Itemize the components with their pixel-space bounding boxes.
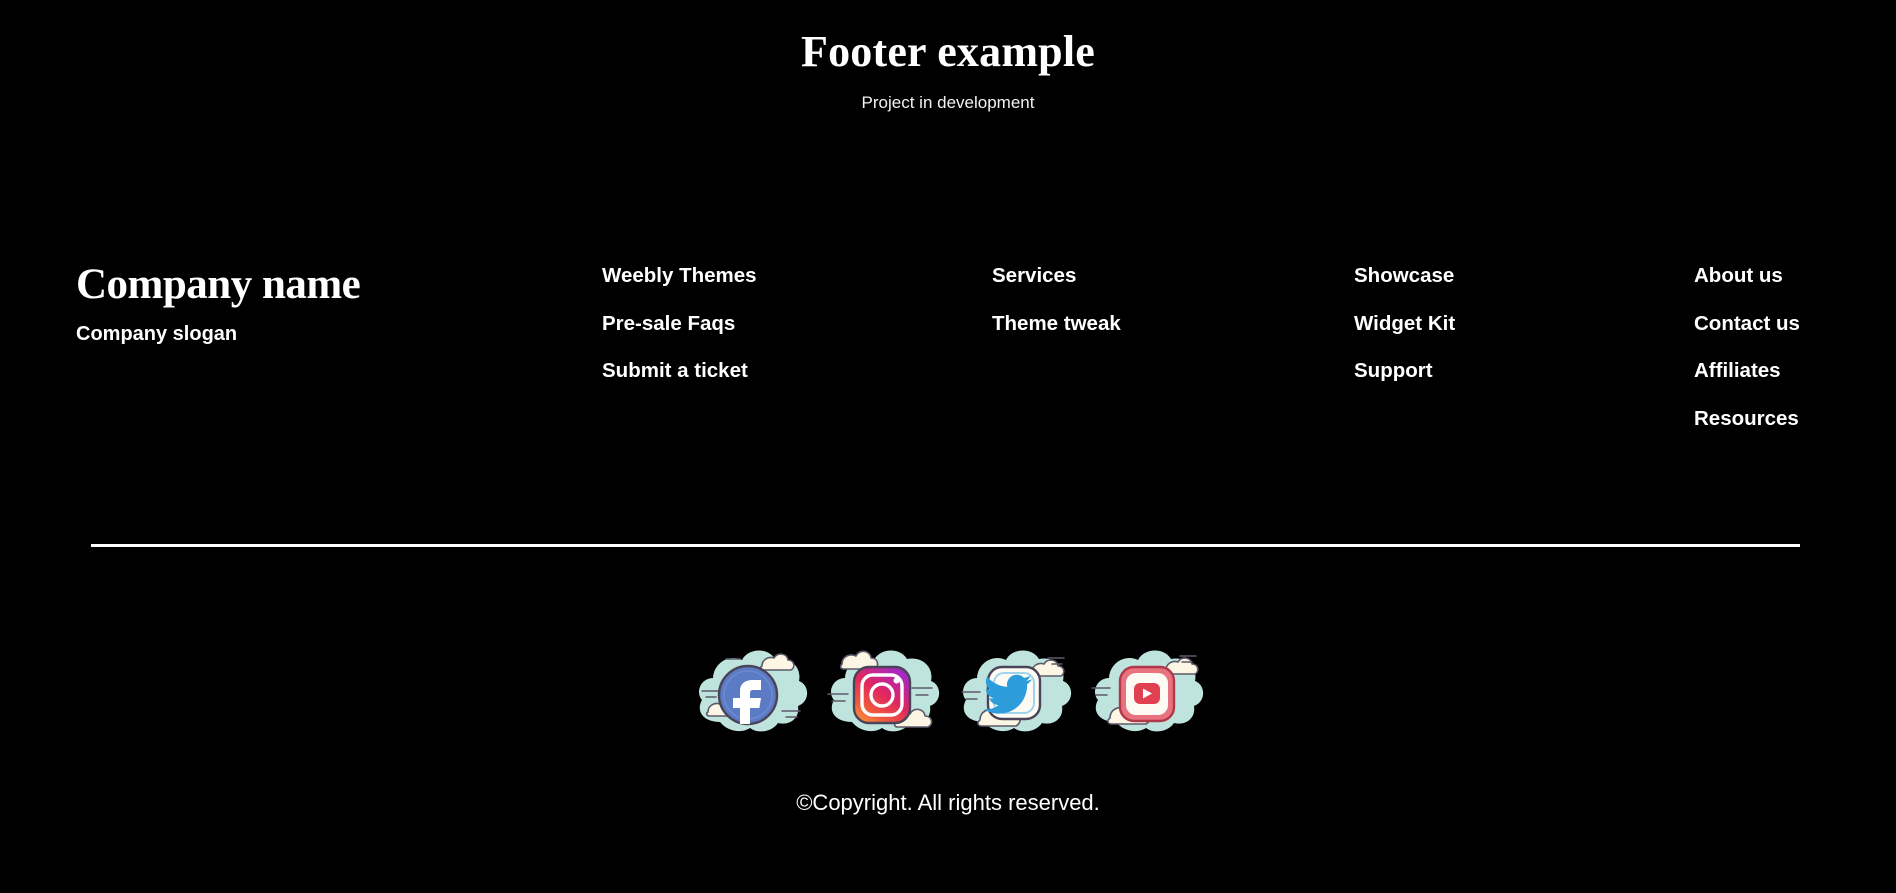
footer-link-showcase[interactable]: Showcase [1354, 265, 1694, 287]
footer-link-contact-us[interactable]: Contact us [1694, 313, 1896, 335]
company-slogan: Company slogan [76, 323, 238, 346]
social-link-twitter[interactable] [950, 636, 1078, 756]
footer-link-about-us[interactable]: About us [1694, 265, 1896, 287]
social-link-youtube[interactable] [1082, 636, 1210, 756]
footer-link-services[interactable]: Services [992, 265, 1354, 287]
footer-columns: Company name Company slogan Weebly Theme… [0, 252, 1896, 482]
footer-link-pre-sale-faqs[interactable]: Pre-sale Faqs [602, 313, 992, 335]
social-link-instagram[interactable] [818, 636, 946, 756]
footer-link-theme-tweak[interactable]: Theme tweak [992, 313, 1354, 335]
page-title: Footer example [801, 27, 1095, 76]
page-header: Footer example Project in development [0, 0, 1896, 113]
footer-link-affiliates[interactable]: Affiliates [1694, 360, 1896, 382]
footer-column-about: About us Contact us Affiliates Resources [1694, 252, 1896, 429]
youtube-icon [1091, 650, 1204, 732]
footer-column-showcase: Showcase Widget Kit Support [1354, 252, 1694, 382]
social-link-facebook[interactable] [686, 636, 814, 756]
footer-column-services: Services Theme tweak [992, 252, 1354, 334]
footer-link-weebly-themes[interactable]: Weebly Themes [602, 265, 992, 287]
footer-link-submit-a-ticket[interactable]: Submit a ticket [602, 360, 992, 382]
company-block: Company name Company slogan [0, 252, 602, 346]
copyright-text: ©Copyright. All rights reserved. [796, 790, 1100, 815]
facebook-icon [699, 650, 808, 732]
social-links [0, 636, 1896, 756]
company-name: Company name [76, 261, 361, 308]
twitter-icon [961, 650, 1072, 732]
footer-divider [91, 544, 1800, 547]
footer-column-weebly-themes: Weebly Themes Pre-sale Faqs Submit a tic… [602, 252, 992, 382]
footer-link-support[interactable]: Support [1354, 360, 1694, 382]
footer-link-widget-kit[interactable]: Widget Kit [1354, 313, 1694, 335]
instagram-icon [827, 650, 940, 732]
page-subtitle: Project in development [861, 93, 1035, 113]
footer-link-resources[interactable]: Resources [1694, 408, 1896, 430]
